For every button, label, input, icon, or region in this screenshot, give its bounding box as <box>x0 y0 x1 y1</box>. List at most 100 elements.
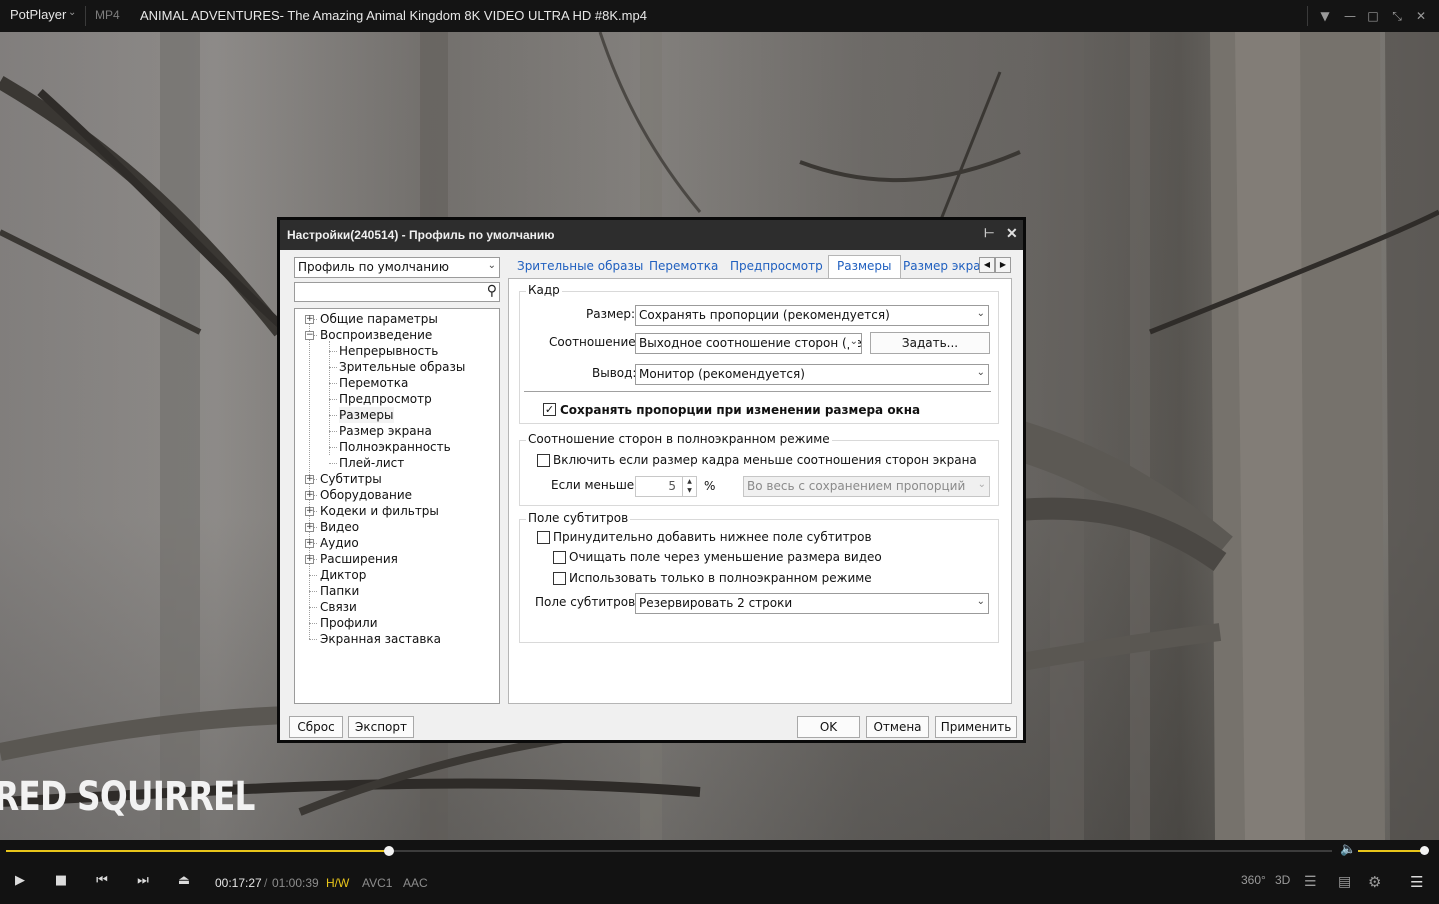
minimize-icon[interactable]: — <box>1339 6 1361 26</box>
tab-screen-size[interactable]: Размер экра <box>895 256 983 278</box>
tab-sizes[interactable]: Размеры <box>828 255 901 279</box>
play-icon[interactable]: ▶ <box>10 873 30 888</box>
seek-bar[interactable] <box>6 846 1332 856</box>
dialog-title: Настройки(240514) - Профиль по умолчанию <box>287 228 555 242</box>
tree-item[interactable]: Воспроизведение <box>320 327 432 343</box>
force-subtitle-field-label[interactable]: Принудительно добавить нижнее поле субти… <box>553 530 872 544</box>
previous-icon[interactable]: ⏮ <box>92 873 112 888</box>
settings-search-input[interactable]: ⚲ <box>294 282 500 302</box>
expand-icon[interactable]: + <box>305 491 314 500</box>
settings-tree[interactable]: Общие параметры + Воспроизведение − Непрерыв… <box>294 308 500 704</box>
playlist-search-icon[interactable]: ☰ <box>1304 873 1317 890</box>
pin-icon[interactable]: ▼ <box>1314 6 1336 26</box>
cancel-button[interactable]: Отмена <box>866 716 929 738</box>
volume-slider[interactable] <box>1358 846 1429 855</box>
tree-item[interactable]: Экранная заставка <box>320 631 441 647</box>
tab-scroll-right-icon[interactable]: ▶ <box>995 257 1011 273</box>
3d-button[interactable]: 3D <box>1275 873 1290 887</box>
fullscreen-icon[interactable]: ⤡ <box>1386 6 1408 26</box>
tree-item[interactable]: Размеры <box>339 407 394 423</box>
tree-item[interactable]: Полноэкранность <box>339 439 451 455</box>
volume-handle[interactable] <box>1420 846 1429 855</box>
chapters-icon[interactable]: ▤ <box>1338 873 1351 890</box>
clear-field-checkbox[interactable] <box>553 551 566 564</box>
size-select[interactable]: Сохранять пропорции (рекомендуется) ⌄ <box>635 305 989 326</box>
percent-sign: % <box>704 479 716 493</box>
audio-codec-badge[interactable]: AAC <box>403 876 428 890</box>
fullscreen-only-checkbox[interactable] <box>553 572 566 585</box>
close-icon[interactable]: ✕ <box>1410 6 1432 26</box>
dialog-title-bar[interactable]: Настройки(240514) - Профиль по умолчанию… <box>280 220 1023 250</box>
subtitle-field-select[interactable]: Резервировать 2 строки ⌄ <box>635 593 989 614</box>
tree-item[interactable]: Непрерывность <box>339 343 438 359</box>
vr-360-button[interactable]: 360° <box>1241 873 1266 887</box>
tab-visual[interactable]: Зрительные образы <box>509 256 651 278</box>
set-ratio-button[interactable]: Задать... <box>870 332 990 354</box>
tree-item[interactable]: Кодеки и фильтры <box>320 503 439 519</box>
search-icon[interactable]: ⚲ <box>487 283 497 299</box>
profile-select[interactable]: Профиль по умолчанию ⌄ <box>294 257 500 278</box>
tree-item[interactable]: Профили <box>320 615 378 631</box>
output-select[interactable]: Монитор (рекомендуется) ⌄ <box>635 364 989 385</box>
tab-scroll-left-icon[interactable]: ◀ <box>979 257 995 273</box>
tree-line <box>329 367 337 368</box>
force-subtitle-field-checkbox[interactable] <box>537 531 550 544</box>
expand-icon[interactable]: + <box>305 315 314 324</box>
expand-icon[interactable]: + <box>305 507 314 516</box>
maximize-icon[interactable]: □ <box>1362 6 1384 26</box>
close-icon[interactable]: ✕ <box>1006 225 1018 242</box>
chevron-down-icon[interactable]: ⌄ <box>68 7 76 18</box>
export-button[interactable]: Экспорт <box>348 716 414 738</box>
expand-icon[interactable]: + <box>305 523 314 532</box>
pin-icon[interactable]: ⊢ <box>984 226 994 240</box>
settings-icon[interactable]: ⚙ <box>1368 873 1381 891</box>
apply-button[interactable]: Применить <box>935 716 1017 738</box>
ratio-select[interactable]: Выходное соотношение сторон (ре ⌄ <box>635 333 862 354</box>
enable-fullscreen-aspect-checkbox[interactable] <box>537 454 550 467</box>
ok-button[interactable]: OK <box>797 716 860 738</box>
app-menu-button[interactable]: PotPlayer <box>10 7 66 22</box>
tree-item[interactable]: Аудио <box>320 535 359 551</box>
next-icon[interactable]: ⏭ <box>133 873 153 888</box>
reset-button[interactable]: Сброс <box>289 716 343 738</box>
keep-aspect-label[interactable]: Сохранять пропорции при изменении размер… <box>560 403 920 417</box>
tree-item[interactable]: Видео <box>320 519 359 535</box>
tree-item[interactable]: Расширения <box>320 551 398 567</box>
divider <box>1307 6 1308 26</box>
fullscreen-mode-select[interactable]: Во весь с сохранением пропорций ⌄ <box>743 476 990 497</box>
enable-fullscreen-aspect-label[interactable]: Включить если размер кадра меньше соотно… <box>553 453 977 467</box>
expand-icon[interactable]: + <box>305 539 314 548</box>
if-less-spinner[interactable]: 5 ▲ ▼ <box>635 476 697 497</box>
menu-icon[interactable]: ☰ <box>1410 873 1423 891</box>
tree-item[interactable]: Связи <box>320 599 357 615</box>
tree-item[interactable]: Папки <box>320 583 359 599</box>
collapse-icon[interactable]: − <box>305 331 314 340</box>
tree-item[interactable]: Диктор <box>320 567 366 583</box>
tree-line <box>309 623 317 624</box>
tree-item[interactable]: Плей-лист <box>339 455 404 471</box>
tree-item[interactable]: Субтитры <box>320 471 382 487</box>
clear-field-label[interactable]: Очищать поле через уменьшение размера ви… <box>569 550 882 564</box>
spinner-arrows-icon[interactable]: ▲ ▼ <box>682 477 696 496</box>
volume-icon[interactable]: 🔈 <box>1340 842 1356 857</box>
keep-aspect-checkbox[interactable]: ✓ <box>543 403 556 416</box>
tree-item[interactable]: Перемотка <box>339 375 408 391</box>
expand-icon[interactable]: + <box>305 555 314 564</box>
tree-item[interactable]: Размер экрана <box>339 423 432 439</box>
video-codec-badge[interactable]: AVC1 <box>362 876 392 890</box>
if-less-label: Если меньше: <box>551 478 639 492</box>
tree-item[interactable]: Оборудование <box>320 487 412 503</box>
fullscreen-only-label[interactable]: Использовать только в полноэкранном режи… <box>569 571 872 585</box>
tree-item[interactable]: Зрительные образы <box>339 359 465 375</box>
stop-icon[interactable]: ■ <box>51 873 71 888</box>
tree-item[interactable]: Предпросмотр <box>339 391 432 407</box>
seek-handle[interactable] <box>384 846 395 856</box>
tree-item[interactable]: Общие параметры <box>320 311 438 327</box>
expand-icon[interactable]: + <box>305 475 314 484</box>
current-time: 00:17:27 <box>215 876 262 890</box>
tab-preview[interactable]: Предпросмотр <box>722 256 831 278</box>
chevron-down-icon: ⌄ <box>976 367 985 378</box>
eject-icon[interactable]: ⏏ <box>174 873 194 888</box>
tab-seek[interactable]: Перемотка <box>641 256 726 278</box>
hw-badge[interactable]: H/W <box>326 876 349 890</box>
